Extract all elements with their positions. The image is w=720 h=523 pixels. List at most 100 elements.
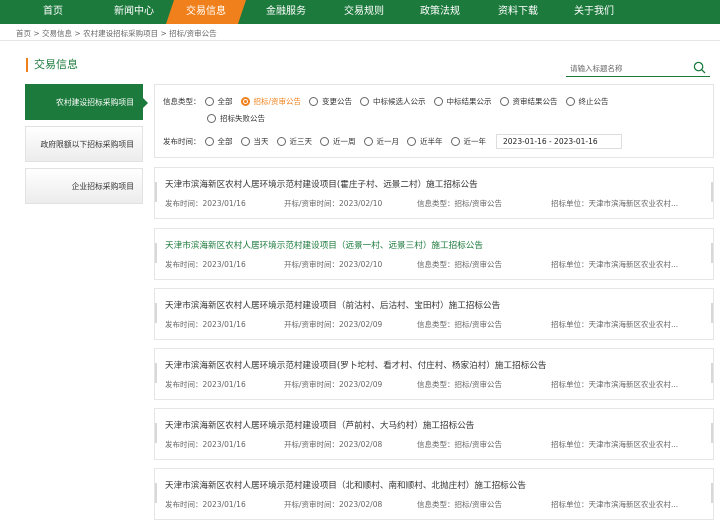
time-option-all[interactable]: 全部 bbox=[204, 136, 233, 147]
time-option-month[interactable]: 近一月 bbox=[363, 136, 399, 147]
publish-date: 发布时间：2023/01/16 bbox=[165, 380, 246, 389]
announcement-card[interactable]: 天津市滨海新区农村人居环境示范村建设项目（远景一村、远景三村）施工招标公告 发布… bbox=[154, 228, 714, 280]
announcement-meta: 发布时间：2023/01/16 开标/资审时间：2023/02/08 信息类型：… bbox=[165, 499, 705, 511]
publish-date: 发布时间：2023/01/16 bbox=[165, 500, 246, 509]
info-type: 信息类型：招标/资审公告 bbox=[417, 500, 503, 509]
type-option-all[interactable]: 全部 bbox=[204, 96, 233, 107]
announcement-title[interactable]: 天津市滨海新区农村人居环境示范村建设项目（北和顺村、南和顺村、北抛庄村）施工招标… bbox=[165, 479, 526, 491]
type-option-tender[interactable]: 招标/资审公告 bbox=[240, 96, 301, 107]
announcement-card[interactable]: 天津市滨海新区农村人居环境示范村建设项目(霍庄子村、远景二村）施工招标公告 发布… bbox=[154, 167, 714, 219]
tender-unit: 招标单位：天津市滨海新区农业农村... bbox=[551, 380, 679, 389]
open-date: 开标/资审时间：2023/02/10 bbox=[284, 199, 383, 208]
time-filter-label: 发布时间： bbox=[163, 137, 201, 146]
category-sidebar: 农村建设招标采购项目 政府限额以下招标采购项目 企业招标采购项目 bbox=[25, 84, 148, 210]
radio-icon[interactable] bbox=[309, 97, 319, 106]
type-option-failed[interactable]: 招标失败公告 bbox=[207, 113, 265, 124]
card-edge-marker bbox=[711, 363, 713, 383]
radio-icon[interactable] bbox=[240, 137, 250, 146]
card-edge-marker bbox=[711, 303, 713, 323]
search-icon[interactable] bbox=[693, 61, 706, 74]
radio-icon[interactable] bbox=[450, 137, 460, 146]
search-input[interactable] bbox=[570, 61, 688, 75]
nav-item-trade-info[interactable]: 交易信息 bbox=[166, 0, 246, 24]
announcement-card[interactable]: 天津市滨海新区农村人居环境示范村建设项目（前沽村、后沽村、宝田村）施工招标公告 … bbox=[154, 288, 714, 340]
announcement-title[interactable]: 天津市滨海新区农村人居环境示范村建设项目(罗卜坨村、看才村、付庄村、杨家泊村）施… bbox=[165, 359, 546, 371]
announcement-meta: 发布时间：2023/01/16 开标/资审时间：2023/02/09 信息类型：… bbox=[165, 319, 705, 331]
type-filter-row-2: 招标失败公告 bbox=[207, 113, 273, 124]
time-option-half-year[interactable]: 近半年 bbox=[407, 136, 443, 147]
nav-item-home[interactable]: 首页 bbox=[0, 0, 106, 24]
radio-icon[interactable] bbox=[363, 137, 373, 146]
announcement-meta: 发布时间：2023/01/16 开标/资审时间：2023/02/10 信息类型：… bbox=[165, 259, 705, 271]
card-edge-marker bbox=[155, 483, 157, 503]
type-filter-row: 信息类型： 全部 招标/资审公告 变更公告 中标候选人公示 中标结果公示 资审结… bbox=[163, 96, 617, 107]
radio-icon[interactable] bbox=[204, 97, 214, 106]
card-edge-marker bbox=[155, 182, 157, 202]
nav-item-rules[interactable]: 交易规则 bbox=[326, 0, 402, 24]
type-option-change[interactable]: 变更公告 bbox=[309, 96, 352, 107]
announcement-meta: 发布时间：2023/01/16 开标/资审时间：2023/02/10 信息类型：… bbox=[165, 198, 705, 210]
time-option-year[interactable]: 近一年 bbox=[450, 136, 486, 147]
card-edge-marker bbox=[711, 182, 713, 202]
radio-icon[interactable] bbox=[433, 97, 443, 106]
card-edge-marker bbox=[711, 483, 713, 503]
open-date: 开标/资审时间：2023/02/10 bbox=[284, 260, 383, 269]
sidebar-item-rural-construction[interactable]: 农村建设招标采购项目 bbox=[25, 84, 148, 120]
tender-unit: 招标单位：天津市滨海新区农业农村... bbox=[551, 199, 679, 208]
radio-icon[interactable] bbox=[207, 114, 216, 123]
open-date: 开标/资审时间：2023/02/09 bbox=[284, 320, 383, 329]
date-range-input[interactable]: 2023-01-16 - 2023-01-16 bbox=[496, 134, 622, 149]
open-date: 开标/资审时间：2023/02/09 bbox=[284, 380, 383, 389]
announcement-card[interactable]: 天津市滨海新区农村人居环境示范村建设项目（北和顺村、南和顺村、北抛庄村）施工招标… bbox=[154, 468, 714, 520]
radio-selected-icon[interactable] bbox=[240, 97, 250, 106]
announcement-card[interactable]: 天津市滨海新区农村人居环境示范村建设项目（芦前村、大马约村）施工招标公告 发布时… bbox=[154, 408, 714, 460]
info-type: 信息类型：招标/资审公告 bbox=[417, 320, 503, 329]
type-filter-label: 信息类型： bbox=[163, 97, 201, 106]
radio-icon[interactable] bbox=[320, 137, 329, 146]
radio-icon[interactable] bbox=[360, 97, 370, 106]
time-filter-row: 发布时间： 全部 当天 近三天 近一周 近一月 近半年 近一年 2023-01-… bbox=[163, 134, 622, 149]
card-edge-marker bbox=[155, 303, 157, 323]
tender-unit: 招标单位：天津市滨海新区农业农村... bbox=[551, 260, 679, 269]
nav-item-about[interactable]: 关于我们 bbox=[558, 0, 630, 24]
announcement-title[interactable]: 天津市滨海新区农村人居环境示范村建设项目（前沽村、后沽村、宝田村）施工招标公告 bbox=[165, 299, 500, 311]
radio-icon[interactable] bbox=[276, 137, 286, 146]
open-date: 开标/资审时间：2023/02/08 bbox=[284, 440, 383, 449]
announcement-card[interactable]: 天津市滨海新区农村人居环境示范村建设项目(罗卜坨村、看才村、付庄村、杨家泊村）施… bbox=[154, 348, 714, 400]
publish-date: 发布时间：2023/01/16 bbox=[165, 199, 246, 208]
nav-item-finance[interactable]: 金融服务 bbox=[246, 0, 326, 24]
nav-item-policy[interactable]: 政策法规 bbox=[402, 0, 478, 24]
time-option-week[interactable]: 近一周 bbox=[320, 136, 356, 147]
nav-item-news[interactable]: 新闻中心 bbox=[106, 0, 162, 24]
announcement-title[interactable]: 天津市滨海新区农村人居环境示范村建设项目（芦前村、大马约村）施工招标公告 bbox=[165, 419, 474, 431]
breadcrumb[interactable]: 首页 > 交易信息 > 农村建设招标采购项目 > 招标/资审公告 bbox=[16, 28, 217, 39]
top-nav: 首页 新闻中心 交易信息 金融服务 交易规则 政策法规 资料下载 关于我们 bbox=[0, 0, 720, 24]
time-option-today[interactable]: 当天 bbox=[240, 136, 269, 147]
time-option-3days[interactable]: 近三天 bbox=[276, 136, 312, 147]
info-type: 信息类型：招标/资审公告 bbox=[417, 440, 503, 449]
announcement-title[interactable]: 天津市滨海新区农村人居环境示范村建设项目(霍庄子村、远景二村）施工招标公告 bbox=[165, 178, 478, 190]
search-box bbox=[566, 60, 710, 77]
announcement-meta: 发布时间：2023/01/16 开标/资审时间：2023/02/09 信息类型：… bbox=[165, 379, 705, 391]
radio-icon[interactable] bbox=[565, 97, 575, 106]
sidebar-item-enterprise-procurement[interactable]: 企业招标采购项目 bbox=[25, 168, 143, 204]
tender-unit: 招标单位：天津市滨海新区农业农村... bbox=[551, 500, 679, 509]
type-option-candidate[interactable]: 中标候选人公示 bbox=[360, 96, 426, 107]
type-option-qualification-result[interactable]: 资审结果公告 bbox=[499, 96, 558, 107]
publish-date: 发布时间：2023/01/16 bbox=[165, 320, 246, 329]
publish-date: 发布时间：2023/01/16 bbox=[165, 440, 246, 449]
card-edge-marker bbox=[155, 243, 157, 263]
info-type: 信息类型：招标/资审公告 bbox=[417, 380, 503, 389]
type-option-result[interactable]: 中标结果公示 bbox=[433, 96, 492, 107]
radio-icon[interactable] bbox=[499, 97, 509, 106]
radio-icon[interactable] bbox=[407, 137, 416, 146]
card-edge-marker bbox=[711, 243, 713, 263]
type-option-termination[interactable]: 终止公告 bbox=[565, 96, 609, 107]
announcement-meta: 发布时间：2023/01/16 开标/资审时间：2023/02/08 信息类型：… bbox=[165, 439, 705, 451]
publish-date: 发布时间：2023/01/16 bbox=[165, 260, 246, 269]
announcement-title[interactable]: 天津市滨海新区农村人居环境示范村建设项目（远景一村、远景三村）施工招标公告 bbox=[165, 239, 483, 251]
sidebar-item-government-procurement[interactable]: 政府限额以下招标采购项目 bbox=[25, 126, 143, 162]
radio-icon[interactable] bbox=[204, 137, 214, 146]
info-type: 信息类型：招标/资审公告 bbox=[417, 199, 503, 208]
nav-item-downloads[interactable]: 资料下载 bbox=[478, 0, 558, 24]
